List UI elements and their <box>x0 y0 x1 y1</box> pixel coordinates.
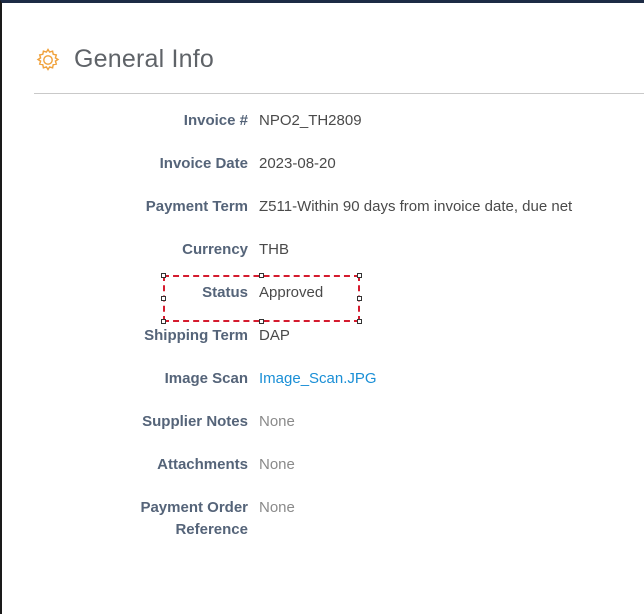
field-image-scan: Image Scan Image_Scan.JPG <box>2 359 644 402</box>
resize-handle[interactable] <box>259 319 264 324</box>
section-header: General Info <box>34 45 214 74</box>
resize-handle[interactable] <box>161 273 166 278</box>
field-label: Currency <box>182 241 248 258</box>
header-divider <box>34 93 644 94</box>
resize-handle[interactable] <box>161 296 166 301</box>
image-scan-link[interactable]: Image_Scan.JPG <box>259 370 377 387</box>
field-invoice-date: Invoice Date 2023-08-20 <box>2 144 644 187</box>
app-frame: General Info Invoice # NPO2_TH2809 Invoi… <box>0 0 644 614</box>
field-value: Z511-Within 90 days from invoice date, d… <box>259 198 573 215</box>
resize-handle[interactable] <box>259 273 264 278</box>
field-invoice-number: Invoice # NPO2_TH2809 <box>2 101 644 144</box>
field-label: Invoice Date <box>159 155 248 172</box>
field-supplier-notes: Supplier Notes None <box>2 402 644 445</box>
info-list: Invoice # NPO2_TH2809 Invoice Date 2023-… <box>2 101 644 548</box>
field-value: None <box>259 456 295 473</box>
field-value: NPO2_TH2809 <box>259 112 362 129</box>
field-label: Payment Term <box>145 198 248 215</box>
field-label: Invoice # <box>183 112 248 129</box>
field-value: None <box>259 499 295 516</box>
field-value: None <box>259 413 295 430</box>
field-shipping-term: Shipping Term DAP <box>2 316 644 359</box>
field-attachments: Attachments None <box>2 445 644 488</box>
field-label: Shipping Term <box>144 327 248 344</box>
field-value: 2023-08-20 <box>259 155 336 172</box>
field-payment-order-reference: Payment Order Reference None <box>2 488 644 548</box>
selection-highlight-box[interactable] <box>161 273 362 324</box>
field-label: Attachments <box>157 456 248 473</box>
gear-icon <box>36 47 60 71</box>
resize-handle[interactable] <box>357 273 362 278</box>
field-value: THB <box>259 241 289 258</box>
resize-handle[interactable] <box>357 296 362 301</box>
field-value: DAP <box>259 327 290 344</box>
resize-handle[interactable] <box>161 319 166 324</box>
field-currency: Currency THB <box>2 230 644 273</box>
field-label: Image Scan <box>164 370 248 387</box>
section-title: General Info <box>74 45 214 73</box>
field-label: Supplier Notes <box>142 413 248 430</box>
field-payment-term: Payment Term Z511-Within 90 days from in… <box>2 187 644 230</box>
field-label: Payment Order Reference <box>140 499 248 538</box>
resize-handle[interactable] <box>357 319 362 324</box>
